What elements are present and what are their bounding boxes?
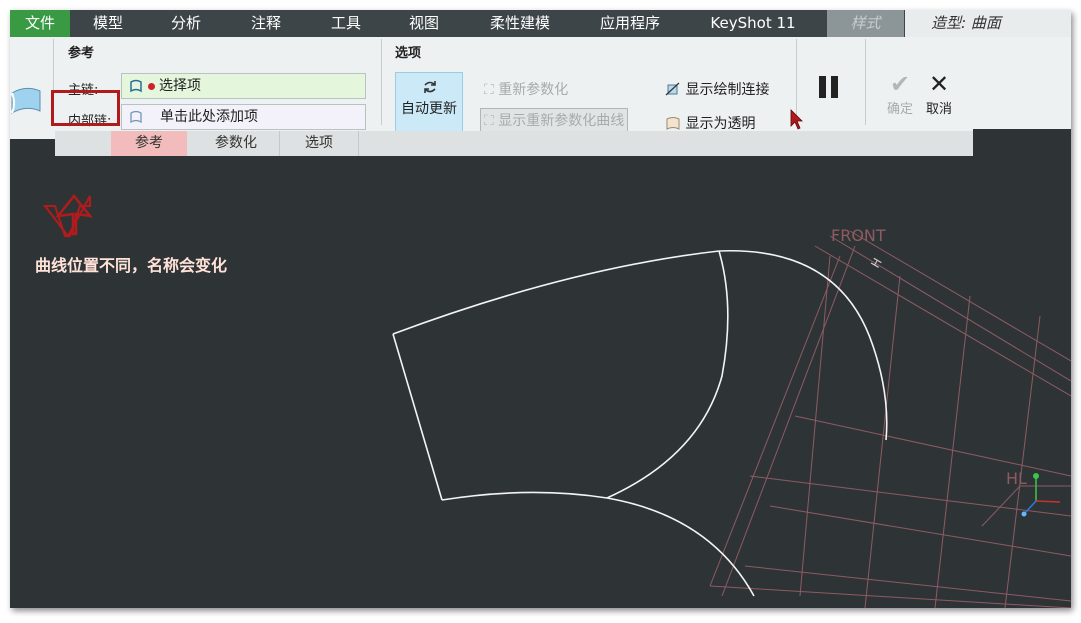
cancel-label: 取消 [925,102,952,117]
chain-icon [130,79,142,93]
separator [381,39,382,125]
datum-front-label: FRONT [831,226,886,245]
reparam-curves-icon: ⛶ [484,113,494,129]
axis-triad [1021,473,1061,517]
reference-group-title: 参考 [68,46,95,61]
ribbon: 参考 主链: 选择项 内部链: 单击此处添加项 选项 自动更新 ⛶ 重新参数化 … [10,37,973,139]
surface-icon [11,87,41,114]
dashboard-tabs: 参考 参数化 选项 [55,131,973,156]
show-transparent-toggle[interactable]: 显示为透明 [665,113,755,133]
required-dot-icon [148,83,155,90]
highlight-box [51,90,120,126]
menu-flexible-modeling[interactable]: 柔性建模 [475,10,565,37]
ok-button[interactable]: ✔ 确定 [882,70,918,120]
separator [865,39,866,125]
tab-options[interactable]: 选项 [279,131,359,156]
graphics-viewport[interactable] [10,156,1071,608]
annotation-text: 曲线位置不同，名称会变化 [35,256,228,275]
show-reparam-curves-toggle[interactable]: ⛶ 显示重新参数化曲线 [480,108,629,132]
connection-icon [665,82,680,96]
ribbon-right-area [973,37,1071,129]
inner-chain-value: 单击此处添加项 [160,109,258,125]
ok-label: 确定 [886,102,913,117]
reparam-icon: ⛶ [484,82,494,98]
menu-analysis[interactable]: 分析 [150,10,222,37]
cancel-button[interactable]: ✕ 取消 [921,70,957,120]
menu-applications[interactable]: 应用程序 [585,10,675,37]
check-icon: ✔ [889,70,911,98]
show-control-connection-toggle[interactable]: 显示绘制连接 [665,79,769,99]
reparameterize-label: 重新参数化 [498,82,569,98]
menu-blank [1027,10,1071,37]
reparameterize-button[interactable]: ⛶ 重新参数化 [484,79,568,99]
transparent-icon [666,117,680,130]
inner-chain-field[interactable]: 单击此处添加项 [121,104,366,130]
menu-file[interactable]: 文件 [10,10,70,37]
menu-model[interactable]: 模型 [72,10,144,37]
menu-tools[interactable]: 工具 [310,10,382,37]
menu-annotate[interactable]: 注释 [230,10,302,37]
datum-plane [709,230,1071,608]
main-chain-field[interactable]: 选择项 [121,73,366,99]
pause-button[interactable] [817,73,843,103]
auto-update-button[interactable]: 自动更新 [395,72,463,138]
mouse-cursor-icon [790,109,803,130]
main-chain-value: 选择项 [159,78,201,94]
menu-surface-style-active[interactable]: 造型: 曲面 [905,10,1027,37]
datum-hl-label: HL [1006,469,1027,488]
menu-keyshot[interactable]: KeyShot 11 [698,10,808,37]
tab-parameterization[interactable]: 参数化 [195,131,277,156]
boundary-curves [392,250,888,597]
close-icon: ✕ [928,70,950,98]
show-reparam-curves-label: 显示重新参数化曲线 [498,113,625,129]
refresh-icon [424,81,436,93]
show-transparent-label: 显示为透明 [685,116,756,132]
tab-references[interactable]: 参考 [111,131,187,156]
menu-view[interactable]: 视图 [388,10,460,37]
app-window: 文件 模型 分析 注释 工具 视图 柔性建模 应用程序 KeyShot 11 样… [10,10,1071,608]
pause-icon [819,76,826,98]
menu-style[interactable]: 样式 [827,10,904,37]
auto-update-label: 自动更新 [401,101,457,117]
menu-bar: 文件 模型 分析 注释 工具 视图 柔性建模 应用程序 KeyShot 11 样… [10,10,1071,37]
show-control-connection-label: 显示绘制连接 [685,82,770,98]
chain-icon [130,110,142,124]
options-group-title: 选项 [395,46,422,61]
pause-icon-bar [831,76,838,98]
